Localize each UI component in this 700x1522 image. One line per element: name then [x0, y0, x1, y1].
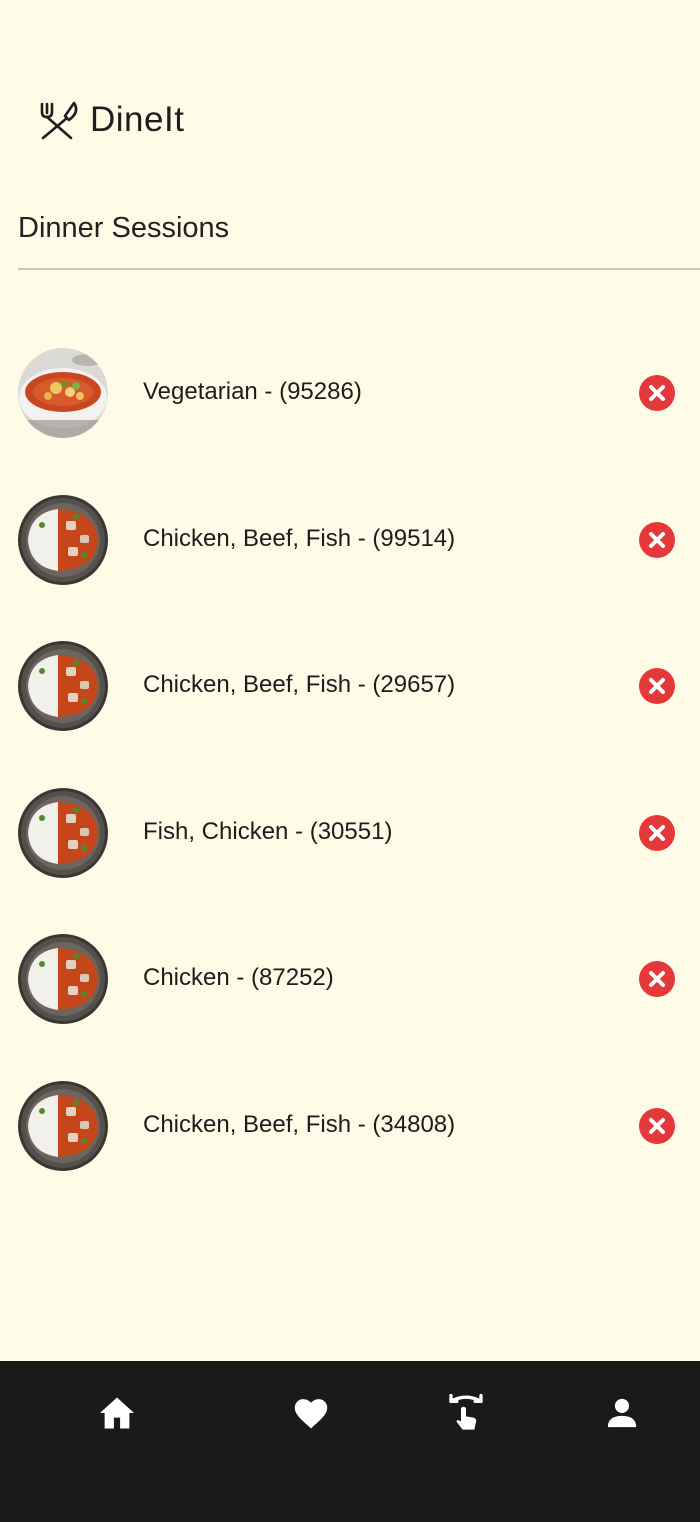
curry-rice-thumbnail — [18, 787, 108, 878]
session-list: Vegetarian - (95286) Chicken, Beef, Fish… — [0, 346, 700, 1225]
close-circle-icon — [649, 531, 665, 548]
nav-swipe-button[interactable] — [444, 1391, 488, 1435]
remove-session-button[interactable] — [639, 1107, 675, 1144]
swipe-gesture-icon — [449, 1393, 483, 1430]
remove-session-button[interactable] — [639, 961, 675, 997]
session-label: Chicken, Beef, Fish - (99514) — [143, 524, 456, 552]
session-item[interactable]: Vegetarian - (95286) — [0, 346, 700, 493]
curry-rice-thumbnail — [18, 934, 108, 1024]
remove-session-button[interactable] — [639, 668, 675, 704]
session-label: Chicken, Beef, Fish - (29657) — [143, 671, 456, 698]
page-title: Dinner Sessions — [18, 212, 230, 244]
person-icon — [607, 1398, 637, 1428]
session-item[interactable]: Chicken - (87252) — [0, 932, 700, 1079]
curry-rice-thumbnail — [18, 641, 108, 731]
remove-session-button[interactable] — [639, 375, 675, 411]
close-circle-icon — [649, 971, 665, 987]
session-label: Vegetarian - (95286) — [143, 378, 362, 405]
session-item[interactable]: Chicken, Beef, Fish - (29657) — [0, 639, 700, 786]
vegetable-stew-thumbnail — [18, 348, 108, 438]
nav-favorites-button[interactable] — [289, 1391, 333, 1435]
heart-icon — [294, 1399, 328, 1429]
nav-home-button[interactable] — [95, 1391, 139, 1435]
remove-session-button[interactable] — [639, 814, 675, 851]
home-icon — [100, 1397, 134, 1429]
close-circle-icon — [649, 824, 665, 841]
close-circle-icon — [649, 385, 665, 401]
remove-session-button[interactable] — [639, 521, 675, 558]
session-item[interactable]: Fish, Chicken - (30551) — [0, 786, 700, 933]
session-item[interactable]: Chicken, Beef, Fish - (99514) — [0, 493, 700, 640]
curry-rice-thumbnail — [18, 1080, 108, 1171]
session-label: Chicken - (87252) — [143, 964, 334, 991]
curry-rice-thumbnail — [18, 494, 108, 585]
close-circle-icon — [649, 678, 665, 694]
fork-knife-crossed-icon — [40, 101, 78, 140]
session-label: Fish, Chicken - (30551) — [143, 817, 393, 845]
session-label: Chicken, Beef, Fish - (34808) — [143, 1110, 456, 1138]
app-header: DineIt — [36, 98, 184, 142]
section-divider — [18, 268, 700, 270]
app-title: DineIt — [90, 100, 185, 139]
close-circle-icon — [649, 1117, 665, 1134]
session-item[interactable]: Chicken, Beef, Fish - (34808) — [0, 1079, 700, 1226]
nav-profile-button[interactable] — [600, 1391, 644, 1435]
bottom-nav — [0, 1361, 700, 1522]
